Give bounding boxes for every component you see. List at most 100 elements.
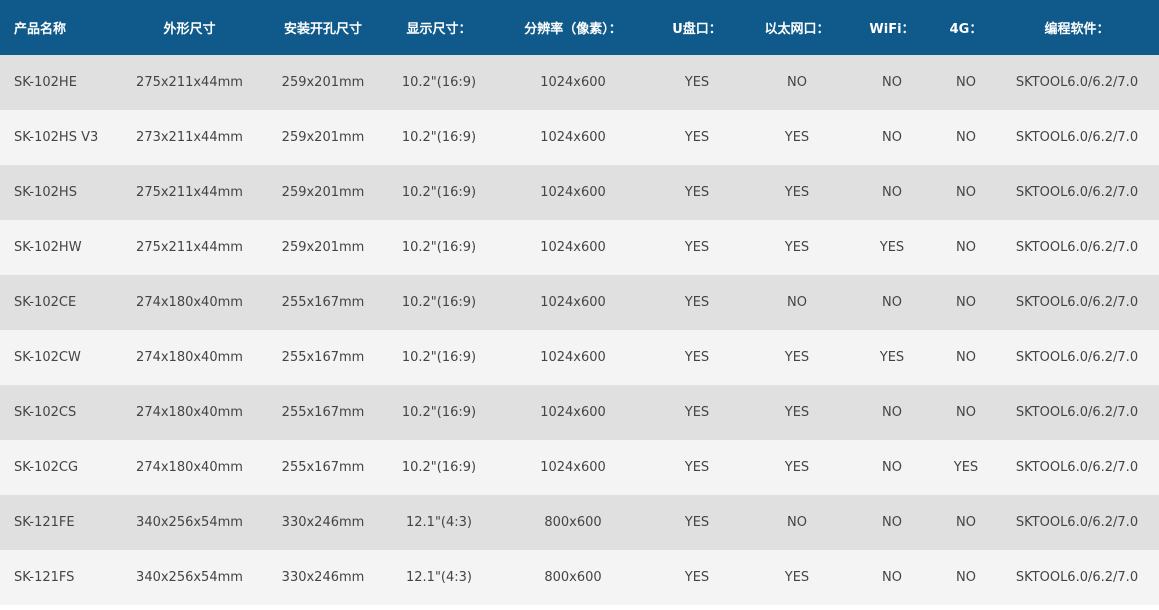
cell-usb-port: YES: [684, 185, 710, 200]
cell-usb-port: YES: [684, 240, 710, 255]
cell-cutout-size: 259x201mm: [281, 130, 365, 145]
cell-ethernet-port: NO: [787, 75, 807, 90]
cell-4g: NO: [956, 350, 976, 365]
cell-product-name: SK-102HE: [14, 75, 77, 90]
cell-ethernet-port: YES: [784, 405, 810, 420]
cell-software: SKTOOL6.0/6.2/7.0: [1015, 185, 1139, 200]
cell-product-name: SK-102CG: [14, 460, 79, 475]
cell-software: SKTOOL6.0/6.2/7.0: [1015, 515, 1139, 530]
cell-cutout-size: 259x201mm: [281, 75, 365, 90]
cell-wifi: NO: [882, 570, 902, 585]
cell-display-size: 10.2"(16:9): [401, 295, 477, 310]
cell-display-size: 10.2"(16:9): [401, 460, 477, 475]
header-display-size: 显示尺寸：: [406, 22, 472, 37]
cell-ethernet-port: YES: [784, 350, 810, 365]
cell-wifi: YES: [879, 350, 905, 365]
cell-ethernet-port: YES: [784, 185, 810, 200]
cell-dimensions: 275x211x44mm: [136, 240, 243, 255]
cell-display-size: 12.1"(4:3): [406, 515, 472, 530]
cell-usb-port: YES: [684, 75, 710, 90]
table-row: SK-102CW 274x180x40mm 255x167mm 10.2"(16…: [0, 330, 1159, 385]
cell-resolution: 1024x600: [540, 350, 606, 365]
cell-usb-port: YES: [684, 460, 710, 475]
cell-software: SKTOOL6.0/6.2/7.0: [1015, 570, 1139, 585]
cell-usb-port: YES: [684, 350, 710, 365]
cell-wifi: NO: [882, 295, 902, 310]
cell-dimensions: 274x180x40mm: [136, 405, 243, 420]
header-resolution: 分辨率（像素）：: [524, 22, 622, 37]
table-row: SK-102HE 275x211x44mm 259x201mm 10.2"(16…: [0, 55, 1159, 110]
cell-display-size: 10.2"(16:9): [401, 240, 477, 255]
cell-4g: NO: [956, 75, 976, 90]
header-product-name: 产品名称: [14, 22, 67, 37]
cell-cutout-size: 259x201mm: [281, 185, 365, 200]
cell-dimensions: 274x180x40mm: [136, 350, 243, 365]
table-body: SK-102HE 275x211x44mm 259x201mm 10.2"(16…: [0, 55, 1159, 605]
cell-resolution: 800x600: [544, 515, 602, 530]
cell-product-name: SK-102CW: [14, 350, 81, 365]
cell-software: SKTOOL6.0/6.2/7.0: [1015, 130, 1139, 145]
cell-cutout-size: 330x246mm: [281, 570, 365, 585]
cell-wifi: NO: [882, 515, 902, 530]
cell-product-name: SK-102HS: [14, 185, 77, 200]
cell-ethernet-port: YES: [784, 570, 810, 585]
cell-usb-port: YES: [684, 295, 710, 310]
table-row: SK-102HW 275x211x44mm 259x201mm 10.2"(16…: [0, 220, 1159, 275]
table-row: SK-102HS V3 273x211x44mm 259x201mm 10.2"…: [0, 110, 1159, 165]
product-spec-table: 产品名称 外形尺寸 安装开孔尺寸 显示尺寸： 分辨率（像素）： U盘口： 以太网…: [0, 0, 1159, 605]
cell-cutout-size: 255x167mm: [281, 460, 365, 475]
cell-cutout-size: 255x167mm: [281, 405, 365, 420]
cell-ethernet-port: YES: [784, 130, 810, 145]
cell-ethernet-port: YES: [784, 240, 810, 255]
cell-resolution: 1024x600: [540, 130, 606, 145]
cell-4g: YES: [953, 460, 979, 475]
cell-resolution: 800x600: [544, 570, 602, 585]
cell-wifi: NO: [882, 75, 902, 90]
cell-wifi: NO: [882, 405, 902, 420]
cell-dimensions: 275x211x44mm: [136, 75, 243, 90]
header-4g: 4G：: [949, 22, 983, 37]
cell-product-name: SK-121FE: [14, 515, 75, 530]
cell-resolution: 1024x600: [540, 75, 606, 90]
cell-software: SKTOOL6.0/6.2/7.0: [1015, 460, 1139, 475]
cell-resolution: 1024x600: [540, 295, 606, 310]
cell-cutout-size: 255x167mm: [281, 350, 365, 365]
cell-wifi: NO: [882, 460, 902, 475]
table-row: SK-102CG 274x180x40mm 255x167mm 10.2"(16…: [0, 440, 1159, 495]
cell-dimensions: 340x256x54mm: [136, 570, 243, 585]
header-dimensions: 外形尺寸: [163, 22, 216, 37]
cell-dimensions: 340x256x54mm: [136, 515, 243, 530]
cell-dimensions: 273x211x44mm: [136, 130, 243, 145]
cell-cutout-size: 330x246mm: [281, 515, 365, 530]
cell-ethernet-port: NO: [787, 295, 807, 310]
cell-software: SKTOOL6.0/6.2/7.0: [1015, 295, 1139, 310]
cell-wifi: NO: [882, 130, 902, 145]
cell-4g: NO: [956, 185, 976, 200]
cell-display-size: 10.2"(16:9): [401, 405, 477, 420]
cell-ethernet-port: NO: [787, 515, 807, 530]
header-software: 编程软件：: [1044, 22, 1110, 37]
cell-resolution: 1024x600: [540, 405, 606, 420]
cell-display-size: 12.1"(4:3): [406, 570, 472, 585]
table-header: 产品名称 外形尺寸 安装开孔尺寸 显示尺寸： 分辨率（像素）： U盘口： 以太网…: [0, 0, 1159, 55]
cell-display-size: 10.2"(16:9): [401, 75, 477, 90]
cell-4g: NO: [956, 240, 976, 255]
cell-4g: NO: [956, 405, 976, 420]
table-row: SK-102CS 274x180x40mm 255x167mm 10.2"(16…: [0, 385, 1159, 440]
cell-usb-port: YES: [684, 405, 710, 420]
header-usb-port: U盘口：: [672, 22, 722, 37]
table-row: SK-102HS 275x211x44mm 259x201mm 10.2"(16…: [0, 165, 1159, 220]
cell-4g: NO: [956, 515, 976, 530]
cell-4g: NO: [956, 295, 976, 310]
cell-usb-port: YES: [684, 130, 710, 145]
cell-display-size: 10.2"(16:9): [401, 185, 477, 200]
cell-wifi: NO: [882, 185, 902, 200]
cell-4g: NO: [956, 570, 976, 585]
cell-resolution: 1024x600: [540, 240, 606, 255]
cell-software: SKTOOL6.0/6.2/7.0: [1015, 75, 1139, 90]
cell-usb-port: YES: [684, 515, 710, 530]
cell-product-name: SK-121FS: [14, 570, 75, 585]
header-row: 产品名称 外形尺寸 安装开孔尺寸 显示尺寸： 分辨率（像素）： U盘口： 以太网…: [0, 0, 1159, 55]
table-row: SK-102CE 274x180x40mm 255x167mm 10.2"(16…: [0, 275, 1159, 330]
header-cutout-size: 安装开孔尺寸: [283, 22, 362, 37]
